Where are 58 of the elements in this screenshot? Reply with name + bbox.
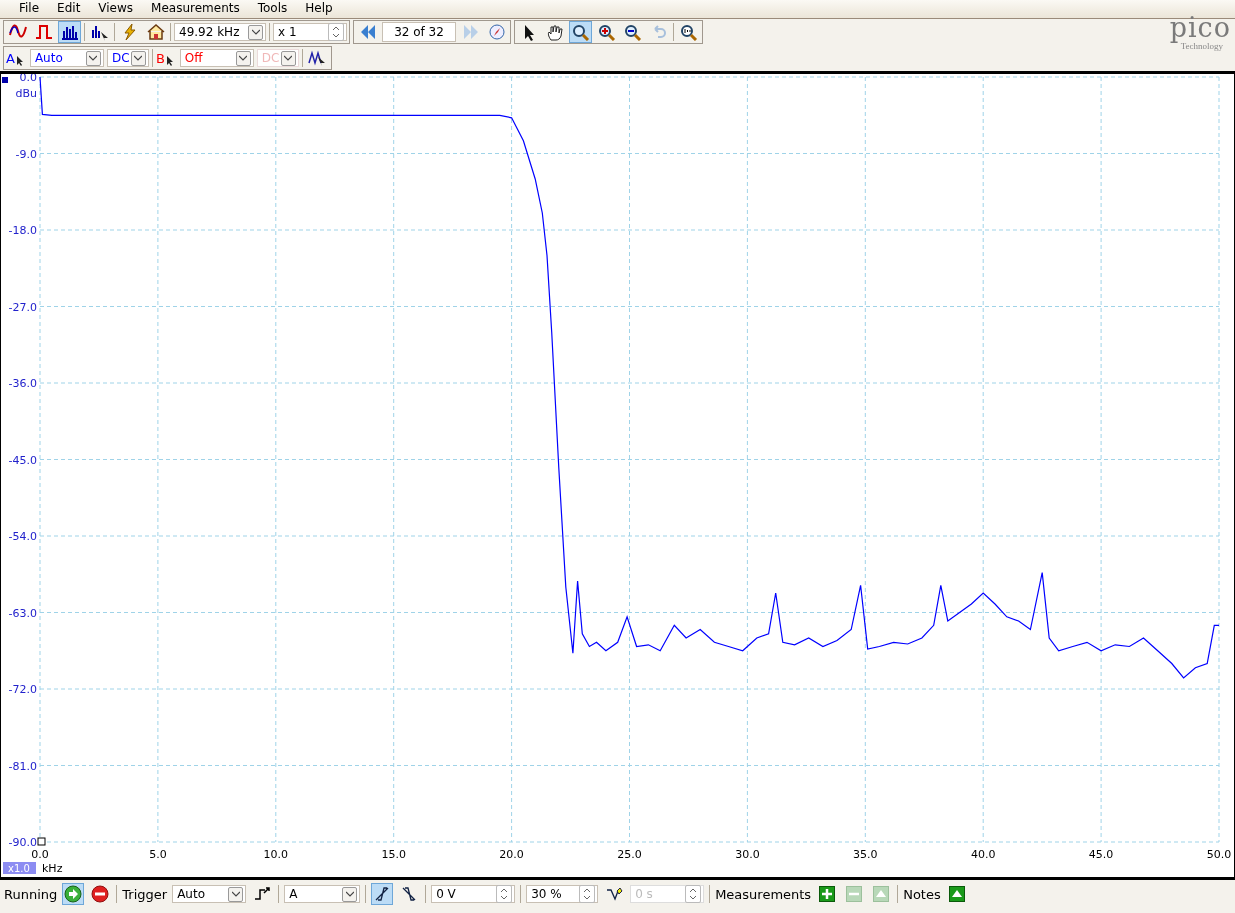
menu-item[interactable]: Measurements bbox=[142, 0, 249, 18]
x-unit-label: kHz bbox=[42, 862, 63, 875]
y-tick-label: -36.0 bbox=[8, 377, 37, 390]
bar-spectrum-icon[interactable] bbox=[58, 21, 81, 43]
spin-arrows-icon[interactable] bbox=[328, 23, 344, 41]
logo-tagline: Technology bbox=[1180, 41, 1223, 51]
x-tick-label: 35.0 bbox=[853, 848, 878, 861]
axis-marker bbox=[37, 837, 46, 846]
coupling-dropdown[interactable]: DC bbox=[106, 49, 149, 67]
axis-marker bbox=[2, 77, 8, 83]
rising-edge-icon[interactable] bbox=[371, 883, 394, 905]
range-dropdown[interactable]: Auto bbox=[29, 49, 104, 67]
logo-wordmark: pico bbox=[1169, 15, 1231, 41]
trigger-mode-dropdown[interactable]: Auto bbox=[172, 885, 247, 903]
channel-button[interactable]: B bbox=[155, 50, 177, 66]
menu-item[interactable]: Views bbox=[89, 0, 143, 18]
x-tick-label: 40.0 bbox=[970, 848, 996, 861]
y-tick-label: -27.0 bbox=[8, 300, 37, 314]
x-tick-label: 45.0 bbox=[1088, 848, 1114, 861]
x-tick-label: 0.0 bbox=[31, 848, 49, 861]
y-tick-label: -72.0 bbox=[8, 683, 37, 696]
x-tick-label: 15.0 bbox=[381, 848, 406, 861]
buffer-counter[interactable]: 32 of 32 bbox=[382, 22, 456, 42]
x-tick-label: 5.0 bbox=[149, 848, 167, 861]
stop-icon[interactable] bbox=[89, 883, 112, 905]
run-state-label: Running bbox=[4, 886, 58, 902]
start-icon[interactable] bbox=[62, 883, 85, 905]
y-tick-label: -18.0 bbox=[8, 224, 37, 237]
y-tick-label: -54.0 bbox=[8, 530, 37, 543]
channel-button[interactable]: A bbox=[6, 50, 27, 66]
magnifier-icon[interactable] bbox=[569, 21, 592, 43]
spin-arrows-icon[interactable] bbox=[579, 885, 596, 903]
y-tick-label: -63.0 bbox=[8, 606, 37, 620]
y-tick-label: -9.0 bbox=[15, 147, 37, 161]
menu-item[interactable]: Tools bbox=[248, 0, 297, 18]
measurements-label: Measurements bbox=[715, 886, 812, 902]
spin-arrows-icon[interactable] bbox=[496, 885, 513, 903]
trigger-source-dropdown[interactable]: A bbox=[284, 885, 361, 903]
threshold-spinbox[interactable]: 0 V bbox=[431, 885, 516, 903]
trigger-label: Trigger bbox=[122, 886, 168, 902]
x-tick-label: 25.0 bbox=[617, 848, 642, 861]
y-tick-label: -90.0 bbox=[8, 836, 37, 849]
timebase-dropdown[interactable]: 49.92 kHz bbox=[174, 23, 266, 41]
menu-item[interactable]: File bbox=[10, 0, 49, 18]
x-tick-label: 10.0 bbox=[263, 848, 289, 861]
menu-item[interactable]: Edit bbox=[48, 0, 90, 18]
y-tick-label: -45.0 bbox=[8, 453, 37, 467]
pretrigger-spinbox[interactable]: 30 % bbox=[526, 885, 599, 903]
x-tick-label: 30.0 bbox=[735, 848, 760, 861]
multiplier-spinbox[interactable]: x 1 bbox=[273, 23, 347, 41]
y-tick-label: -81.0 bbox=[8, 759, 37, 773]
y-unit-label: dBu bbox=[15, 87, 37, 100]
menu-item[interactable]: Help bbox=[296, 0, 342, 18]
notes-label: Notes bbox=[903, 886, 941, 902]
x-tick-label: 20.0 bbox=[499, 848, 524, 861]
x-tick-label: 50.0 bbox=[1206, 848, 1232, 861]
range-dropdown[interactable]: Off bbox=[179, 49, 254, 67]
zoom-badge: x1.0 bbox=[3, 862, 36, 874]
